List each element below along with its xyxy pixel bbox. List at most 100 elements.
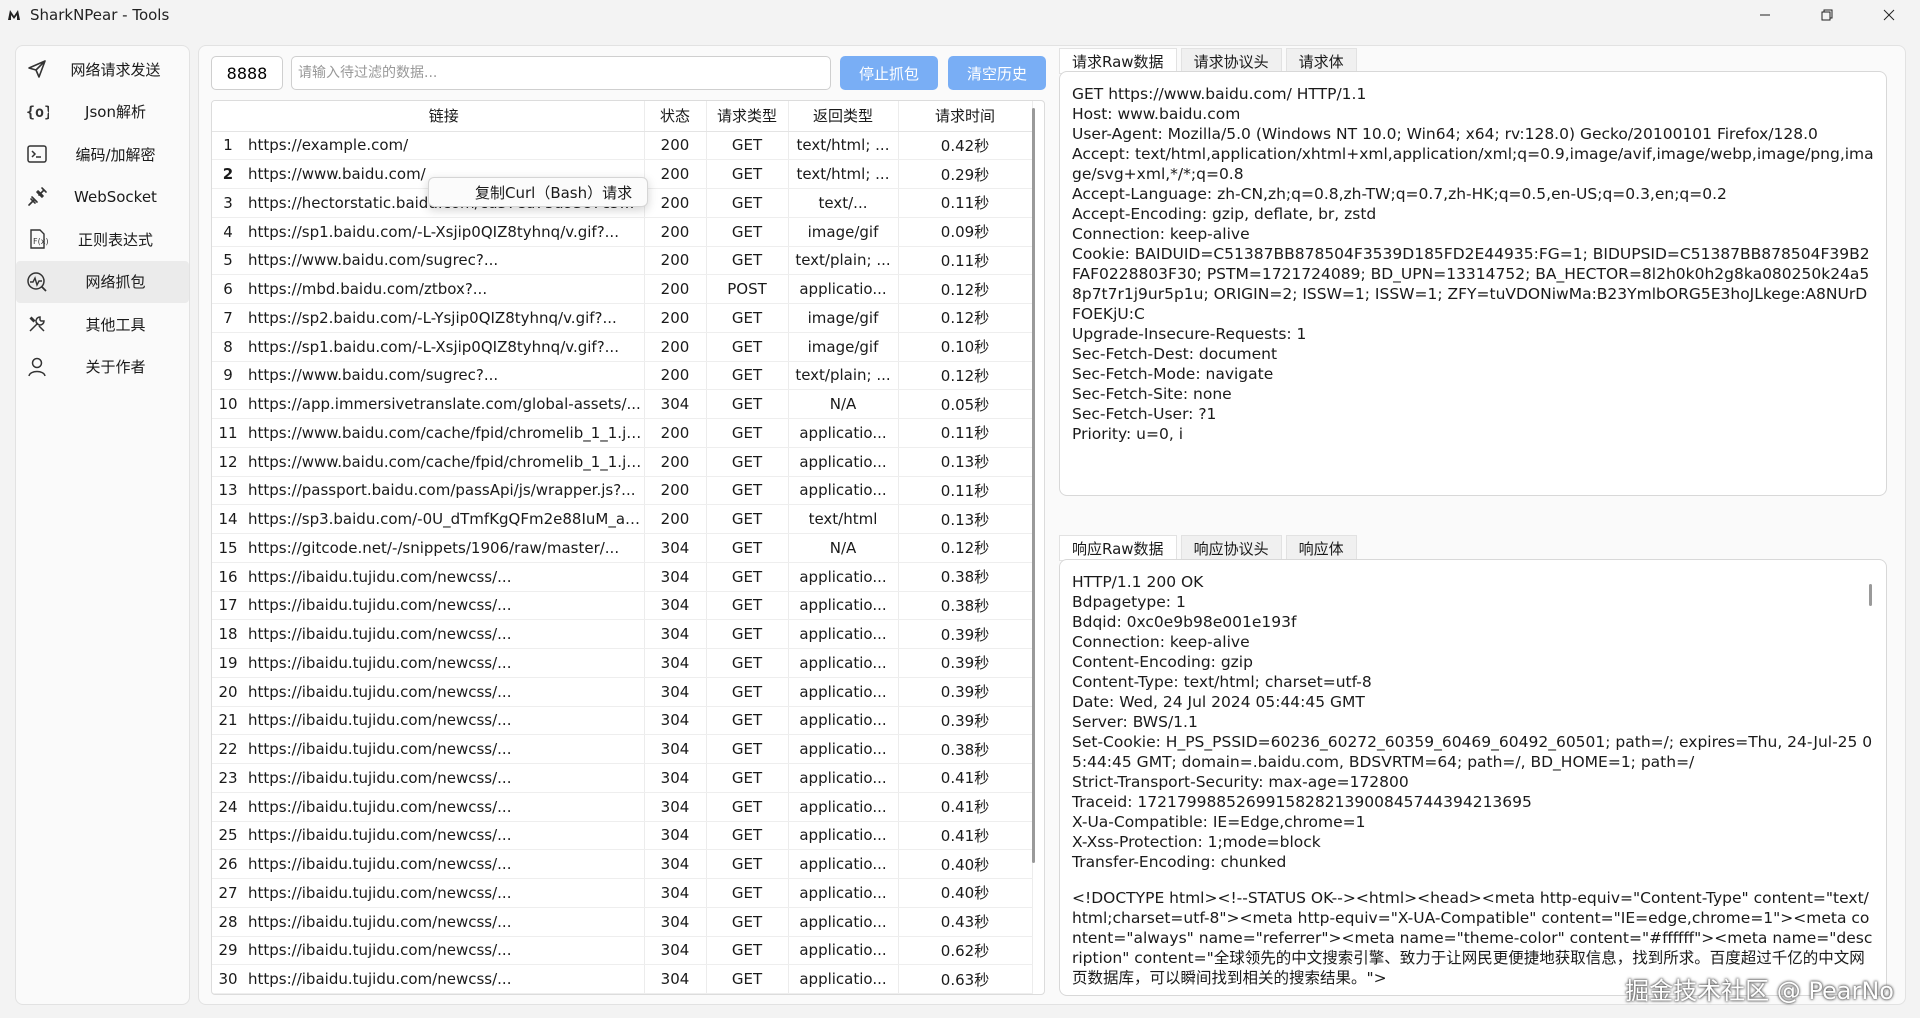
request-raw-panel[interactable]: GET https://www.baidu.com/ HTTP/1.1 Host:…: [1059, 71, 1887, 496]
sidebar-item-regex[interactable]: F(x) 正则表达式: [16, 218, 189, 261]
request-line: Sec-Fetch-Mode: navigate: [1072, 365, 1274, 383]
table-row[interactable]: 18 https://ibaidu.tujidu.com/newcss/... 30…: [212, 619, 1033, 649]
table-row[interactable]: 5 https://www.baidu.com/sugrec?... 200 GET t…: [212, 246, 1033, 276]
port-input[interactable]: [211, 56, 283, 90]
table-row[interactable]: 26 https://ibaidu.tujidu.com/newcss/... 30…: [212, 849, 1033, 879]
row-index: 16: [212, 562, 244, 592]
table-row[interactable]: 19 https://ibaidu.tujidu.com/newcss/... 30…: [212, 648, 1033, 678]
row-url: https://ibaidu.tujidu.com/newcss/...: [244, 619, 645, 649]
table-row[interactable]: 8 https://sp1.baidu.com/-L-Xsjip0QIZ8tyhn…: [212, 332, 1033, 362]
watermark: 掘金技术社区 @ PearNo: [1625, 977, 1894, 1005]
table-row[interactable]: 16 https://ibaidu.tujidu.com/newcss/... 30…: [212, 562, 1033, 592]
table-row[interactable]: 6 https://mbd.baidu.com/ztbox?... 200 POST a…: [212, 274, 1033, 304]
row-status: 304: [644, 706, 707, 736]
row-url: https://ibaidu.tujidu.com/newcss/...: [244, 792, 645, 822]
table-row[interactable]: 20 https://ibaidu.tujidu.com/newcss/... 30…: [212, 677, 1033, 707]
row-request-time: 0.63秒: [898, 964, 1033, 994]
tab-response-raw[interactable]: 响应Raw数据: [1059, 535, 1177, 561]
sidebar-item-websocket[interactable]: WebSocket: [16, 176, 189, 219]
response-raw-panel[interactable]: HTTP/1.1 200 OK Bdpagetype: 1 Bdqid: 0xc0e…: [1059, 559, 1887, 996]
tab-response-body[interactable]: 响应体: [1285, 535, 1357, 561]
table-row[interactable]: 12 https://www.baidu.com/cache/fpid/chrom…: [212, 447, 1033, 477]
table-row[interactable]: 21 https://ibaidu.tujidu.com/newcss/... 30…: [212, 706, 1033, 736]
context-menu-copy-curl[interactable]: 复制Curl（Bash）请求: [475, 182, 632, 203]
sidebar-item-about[interactable]: 关于作者: [16, 346, 189, 389]
row-request-time: 0.13秒: [898, 447, 1033, 477]
row-method: GET: [706, 504, 789, 534]
row-index: 26: [212, 849, 244, 879]
table-row[interactable]: 15 https://gitcode.net/-/snippets/1906/ra…: [212, 533, 1033, 563]
row-url: https://www.baidu.com/sugrec?...: [244, 246, 645, 276]
tab-response-headers[interactable]: 响应协议头: [1180, 535, 1282, 561]
row-request-time: 0.38秒: [898, 591, 1033, 621]
sidebar-item-other-tools[interactable]: 其他工具: [16, 303, 189, 346]
table-row[interactable]: 29 https://ibaidu.tujidu.com/newcss/... 30…: [212, 936, 1033, 966]
table-row[interactable]: 27 https://ibaidu.tujidu.com/newcss/... 30…: [212, 878, 1033, 908]
row-url: https://passport.baidu.com/passApi/js/wr…: [244, 476, 645, 506]
response-line: X-Xss-Protection: 1;mode=block: [1072, 833, 1321, 851]
row-response-type: applicatio...: [788, 447, 899, 477]
table-row[interactable]: 13 https://passport.baidu.com/passApi/js/…: [212, 476, 1033, 506]
row-index: 9: [212, 361, 244, 391]
clear-history-button[interactable]: 清空历史: [948, 56, 1046, 90]
row-response-type: image/gif: [788, 217, 899, 247]
row-request-time: 0.62秒: [898, 936, 1033, 966]
response-line: Strict-Transport-Security: max-age=17280…: [1072, 773, 1409, 791]
sidebar-item-label: 网络抓包: [85, 273, 146, 292]
sidebar-item-capture[interactable]: 网络抓包: [16, 260, 189, 303]
table-row[interactable]: 7 https://sp2.baidu.com/-L-Ysjip0QIZ8tyhn…: [212, 303, 1033, 333]
row-status: 200: [644, 131, 707, 161]
context-menu: 复制Curl（Bash）请求: [428, 177, 648, 207]
sidebar-item-json[interactable]: {o} Json解析: [16, 91, 189, 134]
sidebar-item-request-send[interactable]: 网络请求发送: [16, 48, 189, 91]
sidebar-item-label: 关于作者: [85, 358, 146, 377]
row-request-time: 0.40秒: [898, 849, 1033, 879]
table-row[interactable]: 4 https://sp1.baidu.com/-L-Xsjip0QIZ8tyhn…: [212, 217, 1033, 247]
table-row[interactable]: 17 https://ibaidu.tujidu.com/newcss/... 30…: [212, 591, 1033, 621]
row-request-time: 0.38秒: [898, 734, 1033, 764]
response-scrollbar[interactable]: [1869, 584, 1872, 606]
table-row[interactable]: 24 https://ibaidu.tujidu.com/newcss/... 30…: [212, 792, 1033, 822]
restore-button[interactable]: [1796, 0, 1858, 30]
row-index: 27: [212, 878, 244, 908]
table-row[interactable]: 23 https://ibaidu.tujidu.com/newcss/... 30…: [212, 763, 1033, 793]
row-index: 12: [212, 447, 244, 477]
header-method[interactable]: 请求类型: [706, 101, 789, 132]
table-scrollbar[interactable]: [1032, 108, 1035, 863]
row-url: https://mbd.baidu.com/ztbox?...: [244, 274, 645, 304]
request-line: Sec-Fetch-User: ?1: [1072, 405, 1217, 423]
header-response-type[interactable]: 返回类型: [788, 101, 899, 132]
table-row[interactable]: 25 https://ibaidu.tujidu.com/newcss/... 30…: [212, 821, 1033, 851]
row-status: 200: [644, 332, 707, 362]
table-row[interactable]: 14 https://sp3.baidu.com/-0U_dTmfKgQFm2e8…: [212, 504, 1033, 534]
table-row[interactable]: 9 https://www.baidu.com/sugrec?... 200 GET t…: [212, 361, 1033, 391]
row-index: 7: [212, 303, 244, 333]
sidebar-item-encode[interactable]: 编码/加解密: [16, 133, 189, 176]
table-row[interactable]: 22 https://ibaidu.tujidu.com/newcss/... 30…: [212, 734, 1033, 764]
row-url: https://ibaidu.tujidu.com/newcss/...: [244, 821, 645, 851]
header-request-time[interactable]: 请求时间: [898, 101, 1033, 132]
row-request-time: 0.12秒: [898, 533, 1033, 563]
tools-icon: [22, 313, 52, 335]
row-status: 304: [644, 562, 707, 592]
table-row[interactable]: 10 https://app.immersivetranslate.com/glo…: [212, 389, 1033, 419]
row-response-type: applicatio...: [788, 476, 899, 506]
row-response-type: applicatio...: [788, 964, 899, 994]
sidebar-item-label: WebSocket: [74, 187, 157, 206]
row-response-type: applicatio...: [788, 677, 899, 707]
row-index: 19: [212, 648, 244, 678]
stop-capture-button[interactable]: 停止抓包: [840, 56, 938, 90]
response-tabs: 响应Raw数据 响应协议头 响应体: [1059, 535, 1361, 561]
table-row[interactable]: 28 https://ibaidu.tujidu.com/newcss/... 30…: [212, 907, 1033, 937]
row-index: 8: [212, 332, 244, 362]
header-url[interactable]: 链接: [244, 101, 645, 132]
header-status[interactable]: 状态: [644, 101, 707, 132]
table-row[interactable]: 11 https://www.baidu.com/cache/fpid/chrom…: [212, 418, 1033, 448]
minimize-button[interactable]: [1734, 0, 1796, 30]
close-button[interactable]: [1858, 0, 1920, 30]
table-row[interactable]: 1 https://example.com/200 GET text/html; ..…: [212, 131, 1033, 161]
row-index: 11: [212, 418, 244, 448]
filter-input[interactable]: [291, 56, 831, 90]
row-method: GET: [706, 131, 789, 161]
table-row[interactable]: 30 https://ibaidu.tujidu.com/newcss/... 30…: [212, 964, 1033, 994]
